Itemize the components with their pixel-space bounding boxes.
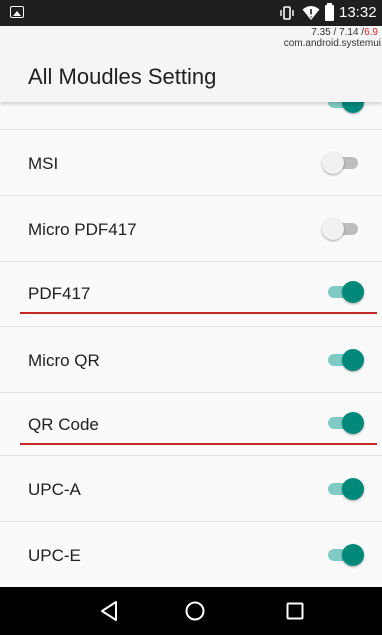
status-bar: 13:32: [0, 0, 382, 26]
debug-overlay-values: 7.35 / 7.14 /: [311, 27, 365, 38]
home-icon[interactable]: [181, 597, 209, 625]
micro-pdf417-toggle[interactable]: [322, 217, 364, 241]
image-notification-icon: [10, 6, 24, 18]
highlight-underline: [20, 443, 377, 445]
setting-row-msi[interactable]: MSI: [0, 130, 382, 196]
partial-setting-toggle[interactable]: [322, 102, 364, 114]
setting-row-upc-a[interactable]: UPC-A: [0, 456, 382, 522]
setting-label-qr-code: QR Code: [28, 415, 99, 434]
back-icon[interactable]: [96, 597, 124, 625]
setting-label-pdf417: PDF417: [28, 284, 91, 303]
debug-overlay-process: com.android.systemui: [283, 38, 381, 49]
setting-row-upc-e[interactable]: UPC-E: [0, 522, 382, 587]
page-title: All Moudles Setting: [28, 64, 217, 89]
debug-overlay-stats: 7.35 / 7.14 /6.9: [311, 27, 378, 38]
vibrate-icon: [280, 6, 294, 20]
micro-qr-toggle[interactable]: [322, 348, 364, 372]
qr-code-toggle[interactable]: [322, 411, 364, 435]
settings-list[interactable]: MSI Micro PDF417 PDF417 Micro QR QR Code…: [0, 102, 382, 587]
setting-row-micro-pdf417[interactable]: Micro PDF417: [0, 196, 382, 262]
upc-a-toggle[interactable]: [322, 477, 364, 501]
setting-row-micro-qr[interactable]: Micro QR: [0, 327, 382, 393]
upc-e-toggle[interactable]: [322, 543, 364, 567]
setting-label-micro-qr: Micro QR: [28, 351, 100, 370]
partial-setting-row[interactable]: [0, 102, 382, 130]
battery-icon: [325, 3, 334, 21]
status-time: 13:32: [339, 4, 377, 21]
highlight-underline: [20, 312, 377, 314]
msi-toggle[interactable]: [322, 151, 364, 175]
pdf417-toggle[interactable]: [322, 280, 364, 304]
setting-row-qr-code[interactable]: QR Code: [0, 393, 382, 456]
setting-label-msi: MSI: [28, 154, 59, 173]
setting-row-pdf417[interactable]: PDF417: [0, 262, 382, 327]
recents-icon[interactable]: [281, 597, 309, 625]
navigation-bar: [0, 587, 382, 635]
debug-overlay-red-value: 6.9: [364, 27, 378, 38]
wifi-icon: [302, 6, 320, 20]
setting-label-micro-pdf417: Micro PDF417: [28, 220, 137, 239]
setting-label-upc-e: UPC-E: [28, 546, 81, 565]
setting-label-upc-a: UPC-A: [28, 480, 81, 499]
